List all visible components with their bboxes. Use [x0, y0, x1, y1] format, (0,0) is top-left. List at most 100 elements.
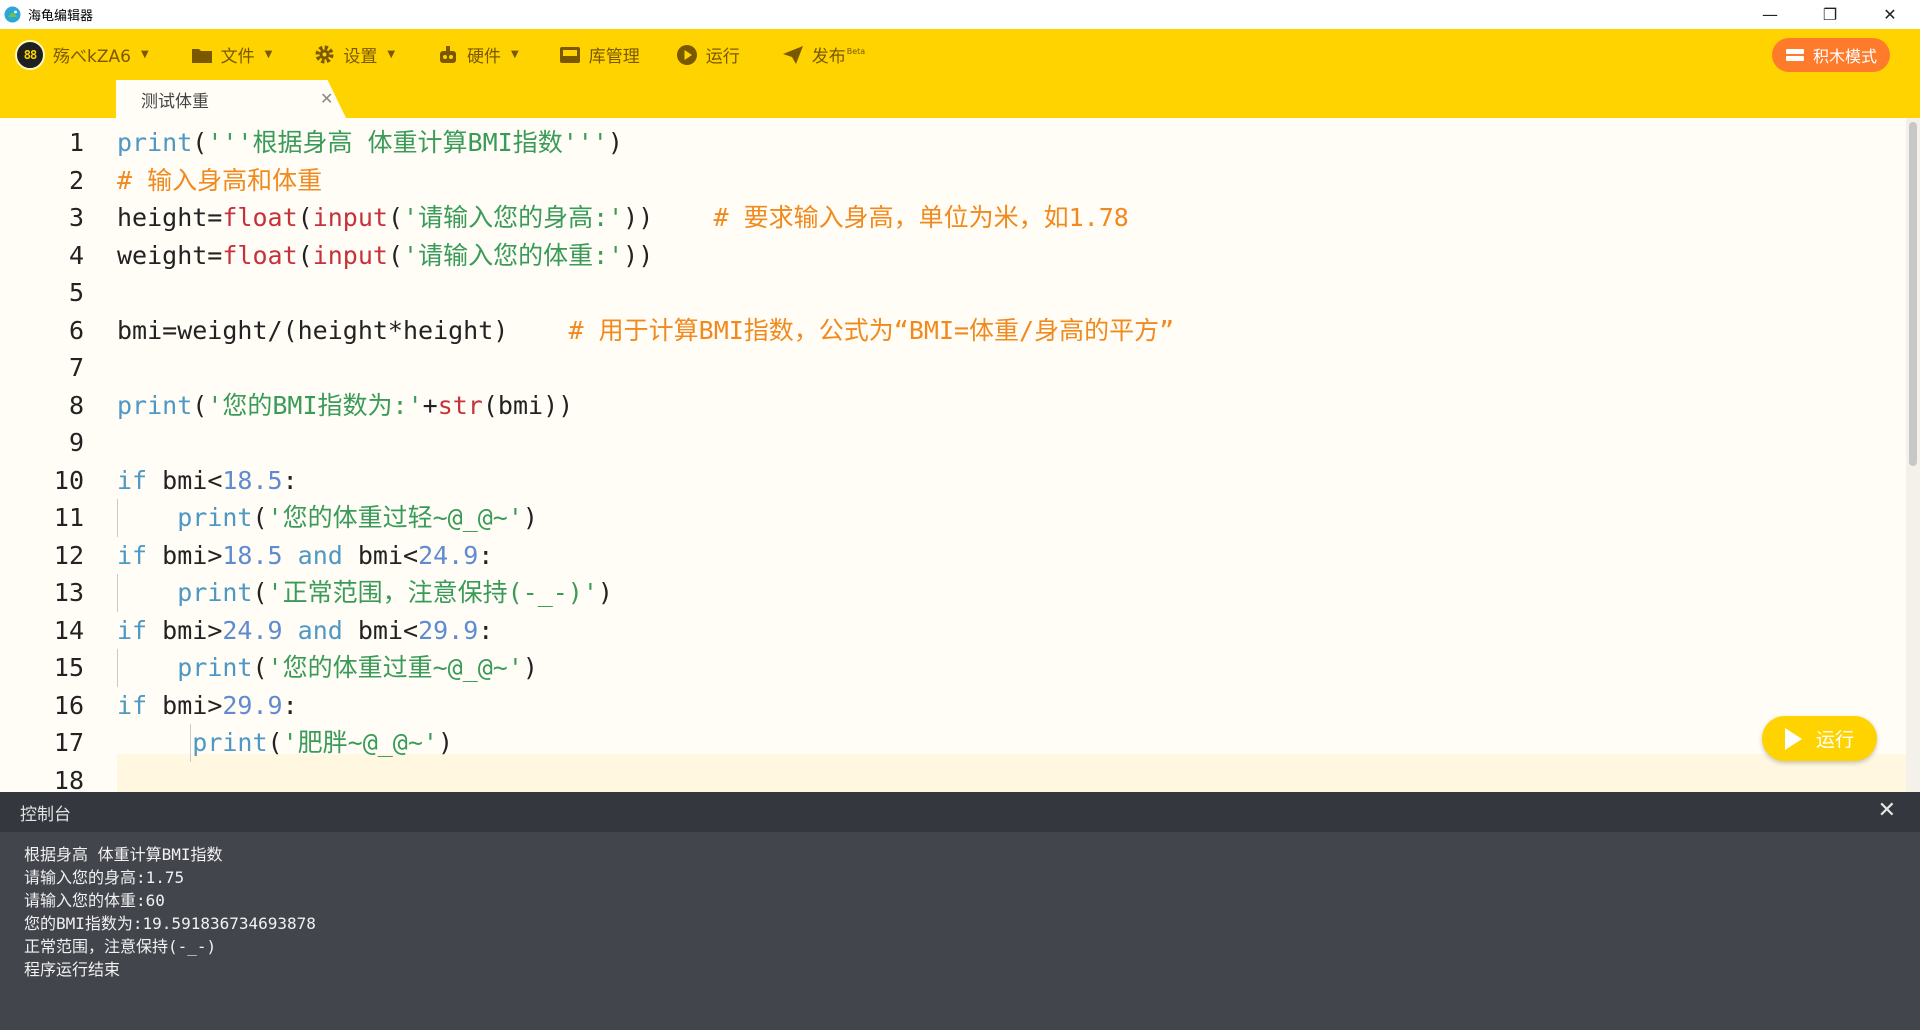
code-text: # 输入身高和体重 — [117, 162, 322, 200]
code-token: : — [478, 615, 494, 645]
chevron-down-icon: ▼ — [387, 49, 396, 60]
line-number: 15 — [53, 653, 84, 683]
line-number: 13 — [53, 578, 84, 608]
code-token: + — [422, 390, 438, 420]
folder-icon — [191, 48, 212, 63]
close-button[interactable]: ✕ — [1860, 0, 1920, 29]
code-text: height=float(input('请输入您的身高:')) # 要求输入身高… — [117, 199, 1129, 237]
code-token: ( — [297, 203, 313, 233]
code-token: '请输入您的身高:' — [403, 203, 624, 233]
code-token: bmi> — [147, 615, 223, 645]
code-editor[interactable]: 1 print('''根据身高 体重计算BMI指数''') 2 # 输入身高和体重 3 h… — [0, 118, 1920, 792]
code-text: print('您的体重过轻~@_@~') — [117, 499, 538, 537]
code-line[interactable]: 9 — [0, 424, 1900, 462]
code-token: '您的体重过轻~@_@~' — [267, 503, 523, 533]
code-text: print('''根据身高 体重计算BMI指数''') — [117, 124, 623, 162]
user-menu[interactable]: 88 殇べkZA6 ▼ — [15, 29, 149, 80]
code-token: 29.9 — [418, 615, 479, 645]
toolbar-run-label: 运行 — [705, 47, 740, 67]
chevron-down-icon: ▼ — [511, 49, 519, 60]
line-number: 16 — [53, 690, 84, 720]
console-header: 控制台 ✕ — [0, 792, 1920, 832]
file-tab[interactable]: 测试体重 ✕ — [116, 80, 346, 118]
code-text: print('您的BMI指数为:'+str(bmi)) — [117, 387, 573, 425]
code-line[interactable]: 5 — [0, 274, 1900, 312]
settings-menu[interactable]: 设置 ▼ — [314, 29, 395, 80]
publish-label: 发布 — [811, 47, 846, 67]
library-manager-button[interactable]: 库管理 — [559, 29, 640, 80]
code-line[interactable]: 6 bmi=weight/(height*height) # 用于计算BMI指数，… — [0, 312, 1900, 350]
publish-button[interactable]: 发布 Beta — [782, 29, 865, 80]
code-line[interactable]: 18 — [0, 762, 1900, 792]
code-line[interactable]: 16 if bmi>29.9: — [0, 687, 1900, 725]
code-text: bmi=weight/(height*height) # 用于计算BMI指数，公… — [117, 312, 1174, 350]
code-token: height= — [117, 203, 223, 233]
code-token: bmi< — [342, 540, 419, 570]
code-token: str — [437, 390, 483, 420]
run-button-label: 运行 — [1815, 729, 1854, 751]
restore-button[interactable]: ❐ — [1800, 0, 1860, 29]
blocks-mode-button[interactable]: 积木模式 — [1771, 38, 1890, 72]
code-line[interactable]: 4 weight=float(input('请输入您的体重:')) — [0, 237, 1900, 275]
code-token: 24.9 — [418, 540, 479, 570]
code-line[interactable]: 7 — [0, 349, 1900, 387]
editor-scrollbar[interactable] — [1906, 118, 1920, 792]
console-line: 根据身高 体重计算BMI指数 — [24, 845, 223, 864]
settings-menu-label: 设置 — [343, 47, 378, 67]
code-token: '您的BMI指数为:' — [207, 390, 423, 420]
line-number: 12 — [53, 540, 84, 570]
code-token: print — [192, 728, 268, 758]
code-token: ) — [522, 503, 538, 533]
code-token: input — [312, 203, 388, 233]
chevron-down-icon: ▼ — [264, 49, 273, 60]
code-token: print — [177, 578, 253, 608]
console-line: 请输入您的体重:60 — [24, 891, 165, 910]
line-number: 10 — [53, 465, 84, 495]
code-line[interactable]: 15 print('您的体重过重~@_@~') — [0, 649, 1900, 687]
code-line[interactable]: 12 if bmi>18.5 and bmi<24.9: — [0, 537, 1900, 575]
close-tab-icon[interactable]: ✕ — [320, 89, 333, 108]
code-line[interactable]: 14 if bmi>24.9 and bmi<29.9: — [0, 612, 1900, 650]
minimize-button[interactable]: — — [1740, 0, 1800, 29]
code-token: print — [177, 503, 253, 533]
code-token: if — [117, 540, 148, 570]
code-token: bmi< — [342, 615, 419, 645]
line-number: 2 — [68, 165, 84, 195]
code-line[interactable]: 1 print('''根据身高 体重计算BMI指数''') — [0, 124, 1900, 162]
code-token: : — [282, 465, 298, 495]
robot-icon — [440, 45, 457, 63]
code-token: # 输入身高和体重 — [117, 165, 323, 195]
code-line[interactable]: 10 if bmi<18.5: — [0, 462, 1900, 500]
code-token: ( — [267, 728, 283, 758]
code-token: ) — [522, 653, 538, 683]
run-button[interactable]: 运行 — [1762, 716, 1877, 761]
code-line[interactable]: 8 print('您的BMI指数为:'+str(bmi)) — [0, 387, 1900, 425]
code-token: '''根据身高 体重计算BMI指数''' — [207, 128, 608, 157]
line-number: 8 — [68, 390, 84, 420]
play-icon — [1784, 727, 1802, 750]
code-text: if bmi>24.9 and bmi<29.9: — [117, 612, 493, 650]
code-line[interactable]: 11 print('您的体重过轻~@_@~') — [0, 499, 1900, 537]
code-line[interactable]: 17 print('肥胖~@_@~') — [0, 724, 1900, 762]
code-token: '您的体重过重~@_@~' — [267, 653, 523, 683]
code-token: ( — [297, 240, 313, 270]
toolbar-run-button[interactable]: 运行 — [676, 29, 740, 80]
line-number: 1 — [68, 128, 84, 157]
code-line[interactable]: 3 height=float(input('请输入您的身高:')) # 要求输入身… — [0, 199, 1900, 237]
close-console-icon[interactable]: ✕ — [1878, 798, 1896, 823]
hardware-menu[interactable]: 硬件 ▼ — [437, 29, 519, 80]
file-menu[interactable]: 文件 ▼ — [191, 29, 273, 80]
code-token: 24.9 — [222, 615, 283, 645]
editor-scrollbar-thumb[interactable] — [1909, 122, 1917, 466]
code-token: ( — [192, 128, 208, 157]
code-token: input — [312, 240, 388, 270]
code-token: print — [177, 653, 253, 683]
window-titlebar: 海龟编辑器 — ❐ ✕ — [0, 0, 1920, 29]
code-line[interactable]: 13 print('正常范围，注意保持(-_-)') — [0, 574, 1900, 612]
gear-icon — [315, 45, 334, 64]
library-manager-label: 库管理 — [588, 47, 640, 67]
code-line[interactable]: 2 # 输入身高和体重 — [0, 162, 1900, 200]
line-number: 14 — [53, 615, 84, 645]
